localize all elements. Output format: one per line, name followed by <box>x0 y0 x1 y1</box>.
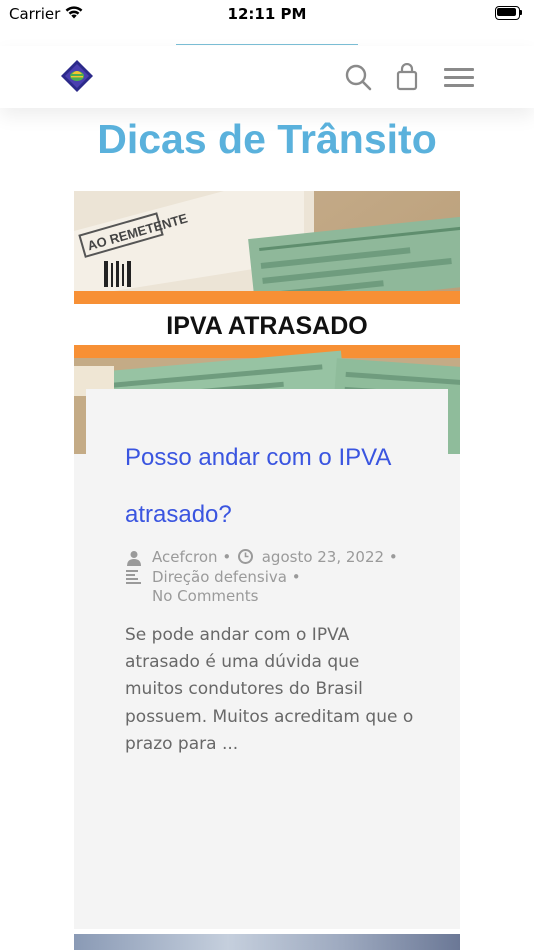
hamburger-menu-icon[interactable] <box>444 66 474 88</box>
post-meta: Acefcron • agosto 23, 2022 • Direção def… <box>126 548 398 607</box>
search-icon[interactable] <box>344 63 372 91</box>
image-banner-text: IPVA ATRASADO <box>166 312 367 340</box>
clock-icon <box>237 549 253 564</box>
status-bar: Carrier 12:11 PM <box>0 0 534 28</box>
post-comments-link[interactable]: No Comments <box>152 587 258 605</box>
category-icon <box>126 569 141 584</box>
post-author[interactable]: Acefcron <box>152 548 218 566</box>
next-post-image[interactable] <box>74 934 460 950</box>
post-excerpt: Se pode andar com o IPVA atrasado é uma … <box>125 625 414 754</box>
status-time: 12:11 PM <box>227 5 307 23</box>
author-icon <box>127 551 141 566</box>
meta-separator: • <box>291 567 301 586</box>
post-category[interactable]: Direção defensiva <box>152 568 287 586</box>
meta-separator: • <box>222 548 232 566</box>
diamond-logo-icon[interactable] <box>60 59 94 93</box>
meta-separator: • <box>388 548 398 566</box>
post-title-link[interactable]: Posso andar com o IPVA atrasado? <box>125 429 415 543</box>
loading-progress-line <box>176 44 358 45</box>
battery-icon <box>495 6 522 20</box>
shopping-bag-icon[interactable] <box>395 63 419 91</box>
post-date: agosto 23, 2022 <box>261 548 385 566</box>
page-title: Dicas de Trânsito <box>97 116 437 162</box>
site-header <box>0 46 534 108</box>
